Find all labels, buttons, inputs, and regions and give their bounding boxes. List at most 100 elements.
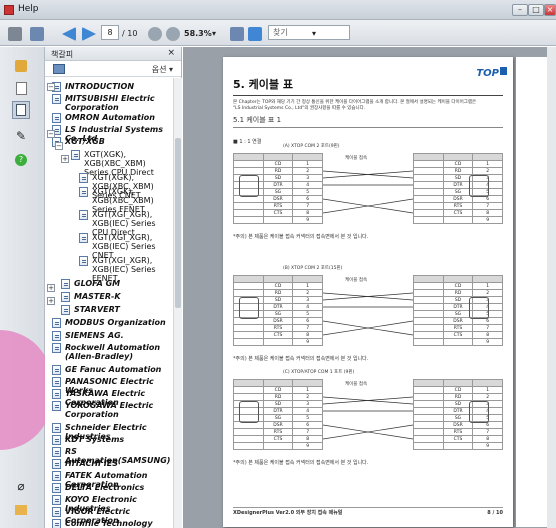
- close-panel-icon[interactable]: ×: [167, 48, 175, 58]
- minimize-button[interactable]: –: [512, 4, 528, 16]
- signal-cell: CTS: [262, 209, 294, 217]
- pin-cell: 1: [292, 160, 323, 168]
- pin-cell: 5: [292, 414, 323, 422]
- comments-icon[interactable]: [12, 501, 30, 519]
- close-button[interactable]: ×: [544, 4, 556, 16]
- bookmark-label: XGT/XGB: [65, 137, 105, 146]
- bookmark-page-icon: [61, 279, 70, 289]
- bookmark-item[interactable]: YOKOGAWA Electric Corporation: [52, 401, 169, 419]
- zoom-in-button[interactable]: [164, 25, 182, 41]
- bookmark-item[interactable]: SIEMENS AG.: [52, 331, 169, 341]
- dsub-connector-icon: [239, 175, 259, 197]
- print-button[interactable]: [6, 25, 24, 41]
- pin-cell: 1: [472, 386, 503, 394]
- tree-toggle-icon[interactable]: +: [47, 297, 55, 305]
- bookmark-page-icon: [52, 113, 61, 123]
- bookmark-page-icon: [52, 459, 61, 469]
- pages-icon[interactable]: [12, 79, 30, 97]
- bookmark-item[interactable]: MODBUS Organization: [52, 318, 169, 328]
- signal-cell: CTS: [262, 331, 294, 339]
- bookmark-item[interactable]: MITSUBISHI Electric Corporation: [52, 94, 169, 112]
- bookmark-item[interactable]: KDT Systems: [52, 435, 169, 445]
- bookmark-page-icon: [52, 507, 61, 517]
- pin-cell: 4: [292, 407, 323, 415]
- bookmark-page-icon: [52, 318, 61, 328]
- bookmark-page-icon: [79, 173, 88, 183]
- bookmarks-icon[interactable]: [12, 101, 30, 119]
- brand-logo-mark: [500, 67, 507, 75]
- wiring-lines: [323, 396, 413, 440]
- scroll-thumb[interactable]: [175, 138, 181, 308]
- toolbar: 8 / 10 58.3% ▾ 찾기 ▾: [0, 20, 556, 46]
- signatures-icon[interactable]: ✎: [12, 127, 30, 145]
- bookmark-tool-icon[interactable]: [53, 64, 65, 74]
- pin-cell: 7: [292, 428, 323, 436]
- bookmark-item[interactable]: OMRON Automation: [52, 113, 169, 123]
- tree-toggle-icon[interactable]: +: [61, 155, 69, 163]
- bookmark-page-icon: [52, 377, 61, 387]
- fit-width-button[interactable]: [246, 25, 264, 41]
- fit-page-button[interactable]: [228, 25, 246, 41]
- tree-toggle-icon[interactable]: +: [47, 284, 55, 292]
- signal-cell: RD: [442, 289, 474, 297]
- signal-cell: [442, 338, 474, 346]
- page-number-input[interactable]: 8: [101, 25, 119, 40]
- bookmark-item[interactable]: HITACHI IES: [52, 459, 169, 469]
- tree-toggle-icon[interactable]: −: [47, 130, 55, 138]
- footer-left: XDesignerPlus Ver2.0 외부 장치 접속 매뉴얼: [233, 510, 343, 516]
- attachment-icon[interactable]: ⌀: [12, 477, 30, 495]
- bookmark-item[interactable]: STARVERT: [61, 305, 169, 315]
- signal-cell: CD: [442, 160, 474, 168]
- bookmark-label: STARVERT: [74, 305, 120, 314]
- zoom-dropdown-arrow[interactable]: ▾: [212, 29, 216, 38]
- pin-cell: 9: [472, 338, 503, 346]
- pin-cell: 8: [292, 331, 323, 339]
- zoom-out-button[interactable]: [146, 25, 164, 41]
- signal-cell: RD: [442, 167, 474, 175]
- find-input[interactable]: 찾기: [268, 25, 350, 40]
- bookmark-item[interactable]: XGT/XGB: [52, 137, 169, 147]
- dsub-connector-icon: [239, 401, 259, 423]
- bookmarks-options-button[interactable]: 옵션 ▾: [152, 64, 173, 75]
- heading-rule: [233, 95, 503, 96]
- pin-cell: 4: [292, 303, 323, 311]
- save-button[interactable]: [28, 25, 46, 41]
- bookmark-page-icon: [79, 233, 88, 243]
- bookmark-page-icon: [52, 435, 61, 445]
- pin-cell: 8: [292, 209, 323, 217]
- tree-toggle-icon[interactable]: −: [55, 142, 63, 150]
- bookmark-item[interactable]: GE Fanuc Automation: [52, 365, 169, 375]
- bookmark-page-icon: [79, 256, 88, 266]
- previous-page-button[interactable]: [60, 25, 78, 41]
- help-icon[interactable]: ?: [12, 151, 30, 169]
- lock-icon[interactable]: [12, 57, 30, 75]
- brand-logo: TOP: [476, 68, 499, 79]
- pinout-table: CD 1 RD 2 SD 3 DTR 4 SG 5 DSR 6 RTS 7 CTS 8 9: [413, 379, 503, 450]
- bookmark-item[interactable]: Rockwell Automation (Allen-Bradley): [52, 343, 169, 361]
- signal-cell: CTS: [442, 435, 474, 443]
- signal-cell: RTS: [262, 324, 294, 332]
- bookmark-label: MASTER-K: [74, 292, 121, 301]
- pin-cell: 8: [472, 331, 503, 339]
- bookmark-item[interactable]: GLOFA GM: [61, 279, 169, 289]
- next-page-button[interactable]: [80, 25, 98, 41]
- bookmark-label: DELTA Electronics: [65, 483, 145, 492]
- bookmark-item[interactable]: DELTA Electronics: [52, 483, 169, 493]
- bookmarks-scrollbar[interactable]: [173, 78, 182, 528]
- pin-cell: 7: [472, 202, 503, 210]
- maximize-button[interactable]: □: [528, 4, 544, 16]
- section-title: 5.1 케이블 표 1: [233, 116, 282, 124]
- tree-toggle-icon[interactable]: −: [47, 83, 55, 91]
- footer-page: 8 / 10: [487, 510, 503, 516]
- bookmark-item[interactable]: Comfile Technology: [52, 519, 169, 528]
- bookmark-item[interactable]: MASTER-K: [61, 292, 169, 302]
- signal-cell: SG: [262, 310, 294, 318]
- find-dropdown-arrow[interactable]: ▾: [312, 29, 316, 38]
- zoom-level[interactable]: 58.3%: [184, 29, 212, 38]
- signal-cell: [262, 442, 294, 450]
- document-scrollbar[interactable]: [547, 47, 556, 528]
- signal-cell: [442, 216, 474, 224]
- pin-cell: 7: [292, 202, 323, 210]
- bookmark-page-icon: [52, 401, 61, 411]
- bookmark-item[interactable]: INTRODUCTION: [52, 82, 169, 92]
